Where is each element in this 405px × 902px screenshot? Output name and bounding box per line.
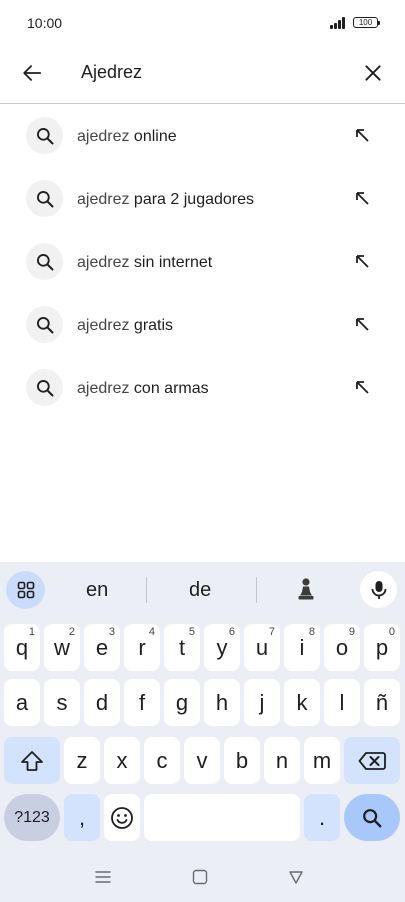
key-l[interactable]: l: [324, 679, 360, 726]
search-icon: [26, 306, 63, 343]
search-icon: [26, 243, 63, 280]
suggestion-item[interactable]: ajedrez con armas: [0, 357, 405, 420]
key-w[interactable]: w2: [44, 624, 80, 671]
key-v[interactable]: v: [184, 737, 220, 784]
symbols-key[interactable]: ?123: [4, 794, 60, 841]
key-e[interactable]: e3: [84, 624, 120, 671]
status-bar: 10:00 100: [0, 0, 405, 44]
search-icon: [26, 117, 63, 154]
key-g[interactable]: g: [164, 679, 200, 726]
key-a[interactable]: a: [4, 679, 40, 726]
key-m[interactable]: m: [304, 737, 340, 784]
key-o[interactable]: o9: [324, 624, 360, 671]
key-u[interactable]: u7: [244, 624, 280, 671]
search-bar: Ajedrez: [0, 44, 405, 104]
keyboard: en de q1 w2 e3 r4 t5 y6 u7 i8 o9 p0 a s …: [0, 562, 405, 902]
home-icon[interactable]: [188, 865, 212, 889]
menu-icon[interactable]: [91, 865, 115, 889]
divider: [146, 577, 147, 603]
grid-icon[interactable]: [6, 571, 45, 609]
key-c[interactable]: c: [144, 737, 180, 784]
divider: [256, 577, 257, 603]
key-k[interactable]: k: [284, 679, 320, 726]
back-button[interactable]: [14, 55, 50, 91]
key-d[interactable]: d: [84, 679, 120, 726]
search-icon: [363, 808, 382, 827]
battery-level: 100: [358, 18, 373, 27]
chess-pawn-icon[interactable]: [293, 575, 319, 603]
navigation-bar: [0, 852, 405, 902]
shift-key[interactable]: [4, 737, 60, 784]
key-r[interactable]: r4: [124, 624, 160, 671]
space-key[interactable]: [144, 794, 300, 841]
suggestion-text: ajedrez para 2 jugadores: [77, 191, 255, 208]
search-key[interactable]: [344, 794, 400, 841]
key-p[interactable]: p0: [364, 624, 400, 671]
status-time: 10:00: [27, 15, 63, 31]
suggestion-item[interactable]: ajedrez para 2 jugadores: [0, 168, 405, 231]
arrow-up-left-icon[interactable]: [350, 123, 374, 147]
suggestion-item[interactable]: ajedrez gratis: [0, 294, 405, 357]
search-icon: [26, 180, 63, 217]
key-q[interactable]: q1: [4, 624, 40, 671]
period-key[interactable]: .: [304, 794, 340, 841]
suggestion-text: ajedrez con armas: [77, 380, 209, 397]
key-f[interactable]: f: [124, 679, 160, 726]
comma-key[interactable]: ,: [64, 794, 100, 841]
key-s[interactable]: s: [44, 679, 80, 726]
backspace-icon: [358, 751, 386, 770]
key-b[interactable]: b: [224, 737, 260, 784]
key-n[interactable]: n: [264, 737, 300, 784]
close-icon: [365, 65, 381, 81]
key-y[interactable]: y6: [204, 624, 240, 671]
battery-icon: 100: [353, 17, 380, 28]
emoji-key[interactable]: [104, 794, 140, 841]
key-n-tilde[interactable]: ñ: [364, 679, 400, 726]
arrow-up-left-icon[interactable]: [350, 375, 374, 399]
mic-icon[interactable]: [360, 571, 397, 608]
keyboard-suggestion[interactable]: de: [189, 579, 211, 602]
emoji-icon: [111, 806, 133, 829]
keyboard-toolbar: en de: [0, 562, 405, 616]
key-j[interactable]: j: [244, 679, 280, 726]
clear-search-button[interactable]: [355, 55, 391, 91]
arrow-left-icon: [23, 65, 42, 81]
suggestion-text: ajedrez online: [77, 128, 177, 145]
key-i[interactable]: i8: [284, 624, 320, 671]
suggestion-item[interactable]: ajedrez sin internet: [0, 231, 405, 294]
signal-icon: [330, 17, 348, 29]
suggestion-item[interactable]: ajedrez online: [0, 105, 405, 168]
key-t[interactable]: t5: [164, 624, 200, 671]
suggestion-text: ajedrez sin internet: [77, 254, 213, 271]
arrow-up-left-icon[interactable]: [350, 186, 374, 210]
backspace-key[interactable]: [344, 737, 400, 784]
key-z[interactable]: z: [64, 737, 100, 784]
suggestion-text: ajedrez gratis: [77, 317, 174, 334]
key-h[interactable]: h: [204, 679, 240, 726]
search-input[interactable]: Ajedrez: [81, 62, 142, 83]
arrow-up-left-icon[interactable]: [350, 249, 374, 273]
key-x[interactable]: x: [104, 737, 140, 784]
shift-icon: [21, 750, 43, 771]
arrow-up-left-icon[interactable]: [350, 312, 374, 336]
back-triangle-icon[interactable]: [284, 865, 308, 889]
search-icon: [26, 369, 63, 406]
keyboard-suggestion[interactable]: en: [86, 579, 108, 602]
